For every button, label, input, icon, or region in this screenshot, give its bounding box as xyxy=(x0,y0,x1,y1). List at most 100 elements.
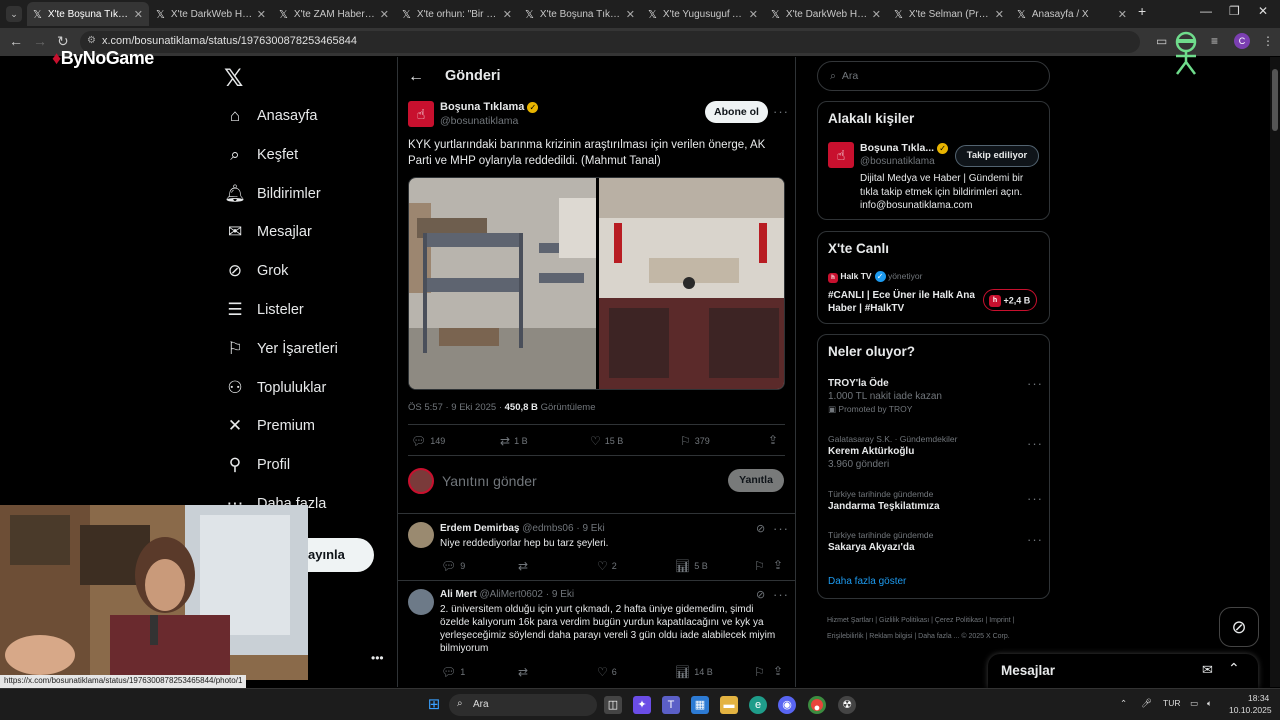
tab-close-icon[interactable]: ✕ xyxy=(872,8,881,21)
store-icon[interactable]: ▦ xyxy=(691,696,709,714)
retweet-action[interactable]: ⇄ xyxy=(518,665,528,679)
sidebar-item-person[interactable]: ⚲ Profil xyxy=(222,445,290,485)
url-input[interactable]: ⚙ x.com/bosunatiklama/status/19763008782… xyxy=(80,31,1140,53)
clock-time[interactable]: 18:34 xyxy=(1248,693,1269,703)
browser-tab[interactable]: 𝕏 X'te orhun: "Bir vatan ✕ xyxy=(396,2,518,26)
x-logo[interactable]: 𝕏 xyxy=(224,64,243,93)
tweet-time[interactable]: ÖS 5:57 · 9 Eki 2025 · xyxy=(408,402,502,413)
tab-close-icon[interactable]: ✕ xyxy=(1118,8,1127,21)
tweet-author-avatar[interactable]: ☝ xyxy=(408,101,434,127)
live-listeners[interactable]: h +2,4 B xyxy=(983,289,1037,311)
reply-action[interactable]: 💬︎ 9 xyxy=(441,559,465,573)
tab-close-icon[interactable]: ✕ xyxy=(257,8,266,21)
trend-more-icon[interactable]: ··· xyxy=(1027,376,1043,391)
trend-more-icon[interactable]: ··· xyxy=(1027,491,1043,506)
sidebar-item-grok[interactable]: ⊘ Grok xyxy=(222,251,289,291)
trend-more-icon[interactable]: ··· xyxy=(1027,436,1043,451)
chrome-icon[interactable]: ● xyxy=(808,696,826,714)
share-action[interactable]: ⇪ xyxy=(768,433,778,447)
tab-close-icon[interactable]: ✕ xyxy=(749,8,758,21)
browser-menu-icon[interactable]: ⋮ xyxy=(1262,34,1274,48)
sidebar-item-bell[interactable]: 🔔︎ Bildirimler xyxy=(222,174,320,214)
browser-tab[interactable]: 𝕏 X'te ZAM Haber: "Yer ✕ xyxy=(273,2,395,26)
cast-icon[interactable]: ▭ xyxy=(1156,34,1167,48)
tab-close-icon[interactable]: ✕ xyxy=(995,8,1004,21)
related-name[interactable]: Boşuna Tıkla... ✓ xyxy=(860,142,949,154)
retweet-action[interactable]: ⇄ 1 B xyxy=(500,434,528,448)
tab-close-icon[interactable]: ✕ xyxy=(626,8,635,21)
related-avatar[interactable]: ☝ xyxy=(828,142,854,168)
volume-icon[interactable]: 🔈︎ xyxy=(1207,698,1212,709)
bookmark-action[interactable]: ⚐ xyxy=(754,559,765,573)
sidebar-item-people[interactable]: ⚇ Topluluklar xyxy=(222,368,326,408)
search-input[interactable]: ⌕ Ara xyxy=(817,61,1050,91)
sidebar-item-envelope[interactable]: ✉ Mesajlar xyxy=(222,212,312,252)
teams-icon[interactable]: T xyxy=(662,696,680,714)
network-icon[interactable]: ▭ xyxy=(1190,698,1198,709)
clock-date[interactable]: 10.10.2025 xyxy=(1229,705,1272,715)
like-action[interactable]: ♡ 15 B xyxy=(590,434,623,448)
like-action[interactable]: ♡ 2 xyxy=(597,559,617,573)
comment-author-name[interactable]: Ali Mert xyxy=(440,589,477,600)
reply-button[interactable]: Yanıtla xyxy=(728,469,784,492)
app-icon[interactable]: ☢ xyxy=(838,696,856,714)
trend-item[interactable]: Galatasaray S.K. · Gündemdekiler Kerem Ak… xyxy=(828,434,1043,470)
extensions-icon[interactable]: ≡ xyxy=(1211,34,1218,48)
retweet-action[interactable]: ⇄ xyxy=(518,559,528,573)
site-info-icon[interactable]: ⚙ xyxy=(87,35,96,46)
tray-chevron-icon[interactable]: ⌃ xyxy=(1120,698,1127,709)
share-action[interactable]: ⇪ xyxy=(773,558,783,572)
bookmark-action[interactable]: ⚐ xyxy=(754,665,765,679)
taskbar-search[interactable]: ⌕ Ara xyxy=(449,694,597,716)
close-window-button[interactable]: ✕ xyxy=(1258,4,1268,18)
sidebar-item-bookmark[interactable]: ⚐ Yer İşaretleri xyxy=(222,329,338,369)
browser-tab[interactable]: 𝕏 X'te Boşuna Tıklama: ✕ xyxy=(519,2,641,26)
reply-input[interactable]: Yanıtını gönder xyxy=(442,473,537,489)
subscribe-button[interactable]: Abone ol xyxy=(705,101,768,123)
messages-drawer[interactable]: Mesajlar ✉ ⌃ xyxy=(988,654,1258,688)
grok-explain-icon[interactable]: ⊘ xyxy=(756,522,765,535)
comment-author-name[interactable]: Erdem Demirbaş xyxy=(440,523,519,534)
forward-icon[interactable]: → xyxy=(33,33,47,49)
reply-action[interactable]: 💬︎ 149 xyxy=(411,434,445,448)
back-arrow-icon[interactable]: ← xyxy=(408,68,424,86)
expand-drawer-icon[interactable]: ⌃ xyxy=(1228,660,1240,677)
copilot-icon[interactable]: ✦ xyxy=(633,696,651,714)
sidebar-item-search[interactable]: ⌕ Keşfet xyxy=(222,135,298,175)
back-icon[interactable]: ← xyxy=(9,33,23,49)
minimize-button[interactable]: — xyxy=(1200,4,1212,18)
trend-more-icon[interactable]: ··· xyxy=(1027,532,1043,547)
new-tab-button[interactable]: + xyxy=(1138,3,1146,19)
browser-tab[interactable]: 𝕏 X'te Yugusuguf Arşiv ✕ xyxy=(642,2,764,26)
grok-explain-icon[interactable]: ⊘ xyxy=(756,588,765,601)
sidebar-item-list[interactable]: ☰ Listeler xyxy=(222,290,303,330)
browser-tab[interactable]: 𝕏 X'te DarkWeb Haber: ✕ xyxy=(765,2,887,26)
views-action[interactable]: 📊︎ 5 B xyxy=(675,559,708,573)
footer-links[interactable]: Hizmet Şartları | Gizlilik Politikası | … xyxy=(827,613,1047,645)
comment-avatar[interactable] xyxy=(408,589,434,615)
file-explorer-icon[interactable]: ▬ xyxy=(720,696,738,714)
account-more-icon[interactable]: ••• xyxy=(371,651,384,665)
language-indicator[interactable]: TUR xyxy=(1163,698,1180,708)
live-host[interactable]: h Halk TV ✓ yönetiyor xyxy=(828,271,922,283)
tab-close-icon[interactable]: ✕ xyxy=(503,8,512,21)
trend-item[interactable]: Türkiye tarihinde gündemde Sakarya Akyazı… xyxy=(828,530,1043,553)
comment-avatar[interactable] xyxy=(408,522,434,548)
show-more-link[interactable]: Daha fazla göster xyxy=(828,576,906,587)
tab-close-icon[interactable]: ✕ xyxy=(134,8,143,21)
trend-item[interactable]: Türkiye tarihinde gündemde Jandarma Teşki… xyxy=(828,489,1043,512)
task-view-icon[interactable]: ◫ xyxy=(604,696,622,714)
tweet-media[interactable] xyxy=(408,177,785,390)
sidebar-item-home[interactable]: ⌂ Anasayfa xyxy=(222,96,318,136)
mic-icon[interactable]: 🎤︎ xyxy=(1141,698,1152,709)
tab-search-dropdown[interactable]: ⌄ xyxy=(6,6,22,22)
like-action[interactable]: ♡ 6 xyxy=(597,665,617,679)
tweet-author[interactable]: Boşuna Tıklama ✓ xyxy=(440,101,539,113)
comment-more-icon[interactable]: ··· xyxy=(773,587,789,602)
new-message-icon[interactable]: ✉ xyxy=(1202,662,1213,678)
trend-item[interactable]: TROY'la Öde 1.000 TL nakit iade kazan ▣ Pr… xyxy=(828,376,1043,415)
reply-action[interactable]: 💬︎ 1 xyxy=(441,665,465,679)
comment-more-icon[interactable]: ··· xyxy=(773,521,789,536)
following-button[interactable]: Takip ediliyor xyxy=(955,145,1039,167)
grok-floating-button[interactable]: ⊘ xyxy=(1219,607,1259,647)
